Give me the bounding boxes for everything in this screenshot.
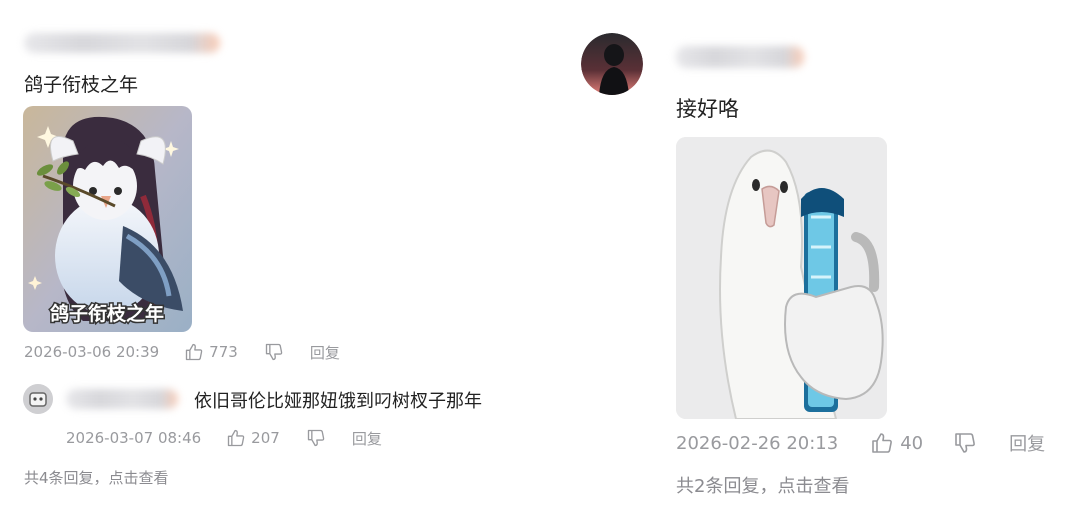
left-comment: 鸽子衔枝之年 鸽子衔枝之年 2026-03-06 20:39 773 回复 依旧… bbox=[0, 0, 540, 507]
thumbs-down-icon bbox=[265, 343, 283, 361]
like-count: 773 bbox=[209, 343, 238, 361]
right-comment: 接好咯 2026-02-26 20:13 40 回复 共2条回复，点击查看 bbox=[540, 0, 1080, 507]
comment-timestamp: 2026-03-06 20:39 bbox=[24, 343, 160, 361]
like-count: 40 bbox=[900, 432, 924, 454]
view-replies-link[interactable]: 共4条回复，点击查看 bbox=[24, 467, 169, 488]
reply-username-blurred[interactable] bbox=[66, 389, 178, 409]
username-blurred[interactable] bbox=[676, 46, 804, 68]
reply-dislike-button[interactable] bbox=[306, 428, 326, 448]
reply-button[interactable]: 回复 bbox=[1009, 430, 1045, 456]
reply-reply-button[interactable]: 回复 bbox=[352, 428, 382, 449]
comment-meta: 2026-02-26 20:13 40 回复 bbox=[676, 430, 1045, 456]
comment-meta: 2026-03-06 20:39 773 回复 bbox=[24, 342, 340, 362]
comment-image-pigeon-meme[interactable] bbox=[676, 137, 887, 419]
thumbs-down-icon bbox=[307, 429, 325, 447]
view-replies-link[interactable]: 共2条回复，点击查看 bbox=[676, 472, 849, 498]
thumbs-up-icon bbox=[228, 429, 245, 447]
sticker-caption: 鸽子衔枝之年 bbox=[50, 302, 164, 325]
commenter-avatar[interactable] bbox=[581, 33, 643, 95]
comment-text: 接好咯 bbox=[676, 97, 739, 121]
avatar-image bbox=[581, 33, 643, 95]
comment-image-pigeon-sticker[interactable]: 鸽子衔枝之年 bbox=[23, 106, 192, 332]
dislike-button[interactable] bbox=[264, 342, 284, 362]
avatar-image bbox=[23, 384, 53, 414]
reply-like-button[interactable]: 207 bbox=[226, 428, 280, 448]
username-blurred[interactable] bbox=[24, 33, 220, 53]
reply-text: 依旧哥伦比娅那妞饿到叼树杈子那年 bbox=[194, 391, 482, 412]
pigeon-anime-illustration: 鸽子衔枝之年 bbox=[23, 106, 192, 332]
pigeon-holding-lightstick-illustration bbox=[676, 137, 887, 419]
comment-text: 鸽子衔枝之年 bbox=[24, 74, 139, 96]
reply-meta: 2026-03-07 08:46 207 回复 bbox=[66, 428, 382, 448]
thumbs-up-icon bbox=[872, 433, 893, 453]
like-button[interactable]: 40 bbox=[870, 431, 923, 455]
reply-avatar[interactable] bbox=[23, 384, 53, 414]
like-button[interactable]: 773 bbox=[184, 342, 238, 362]
thumbs-up-icon bbox=[186, 343, 203, 361]
comment-timestamp: 2026-02-26 20:13 bbox=[676, 432, 839, 454]
reply-button[interactable]: 回复 bbox=[310, 342, 340, 363]
reply-timestamp: 2026-03-07 08:46 bbox=[66, 429, 202, 447]
reply-like-count: 207 bbox=[251, 429, 280, 447]
dislike-button[interactable] bbox=[953, 431, 977, 455]
thumbs-down-icon bbox=[955, 433, 976, 453]
